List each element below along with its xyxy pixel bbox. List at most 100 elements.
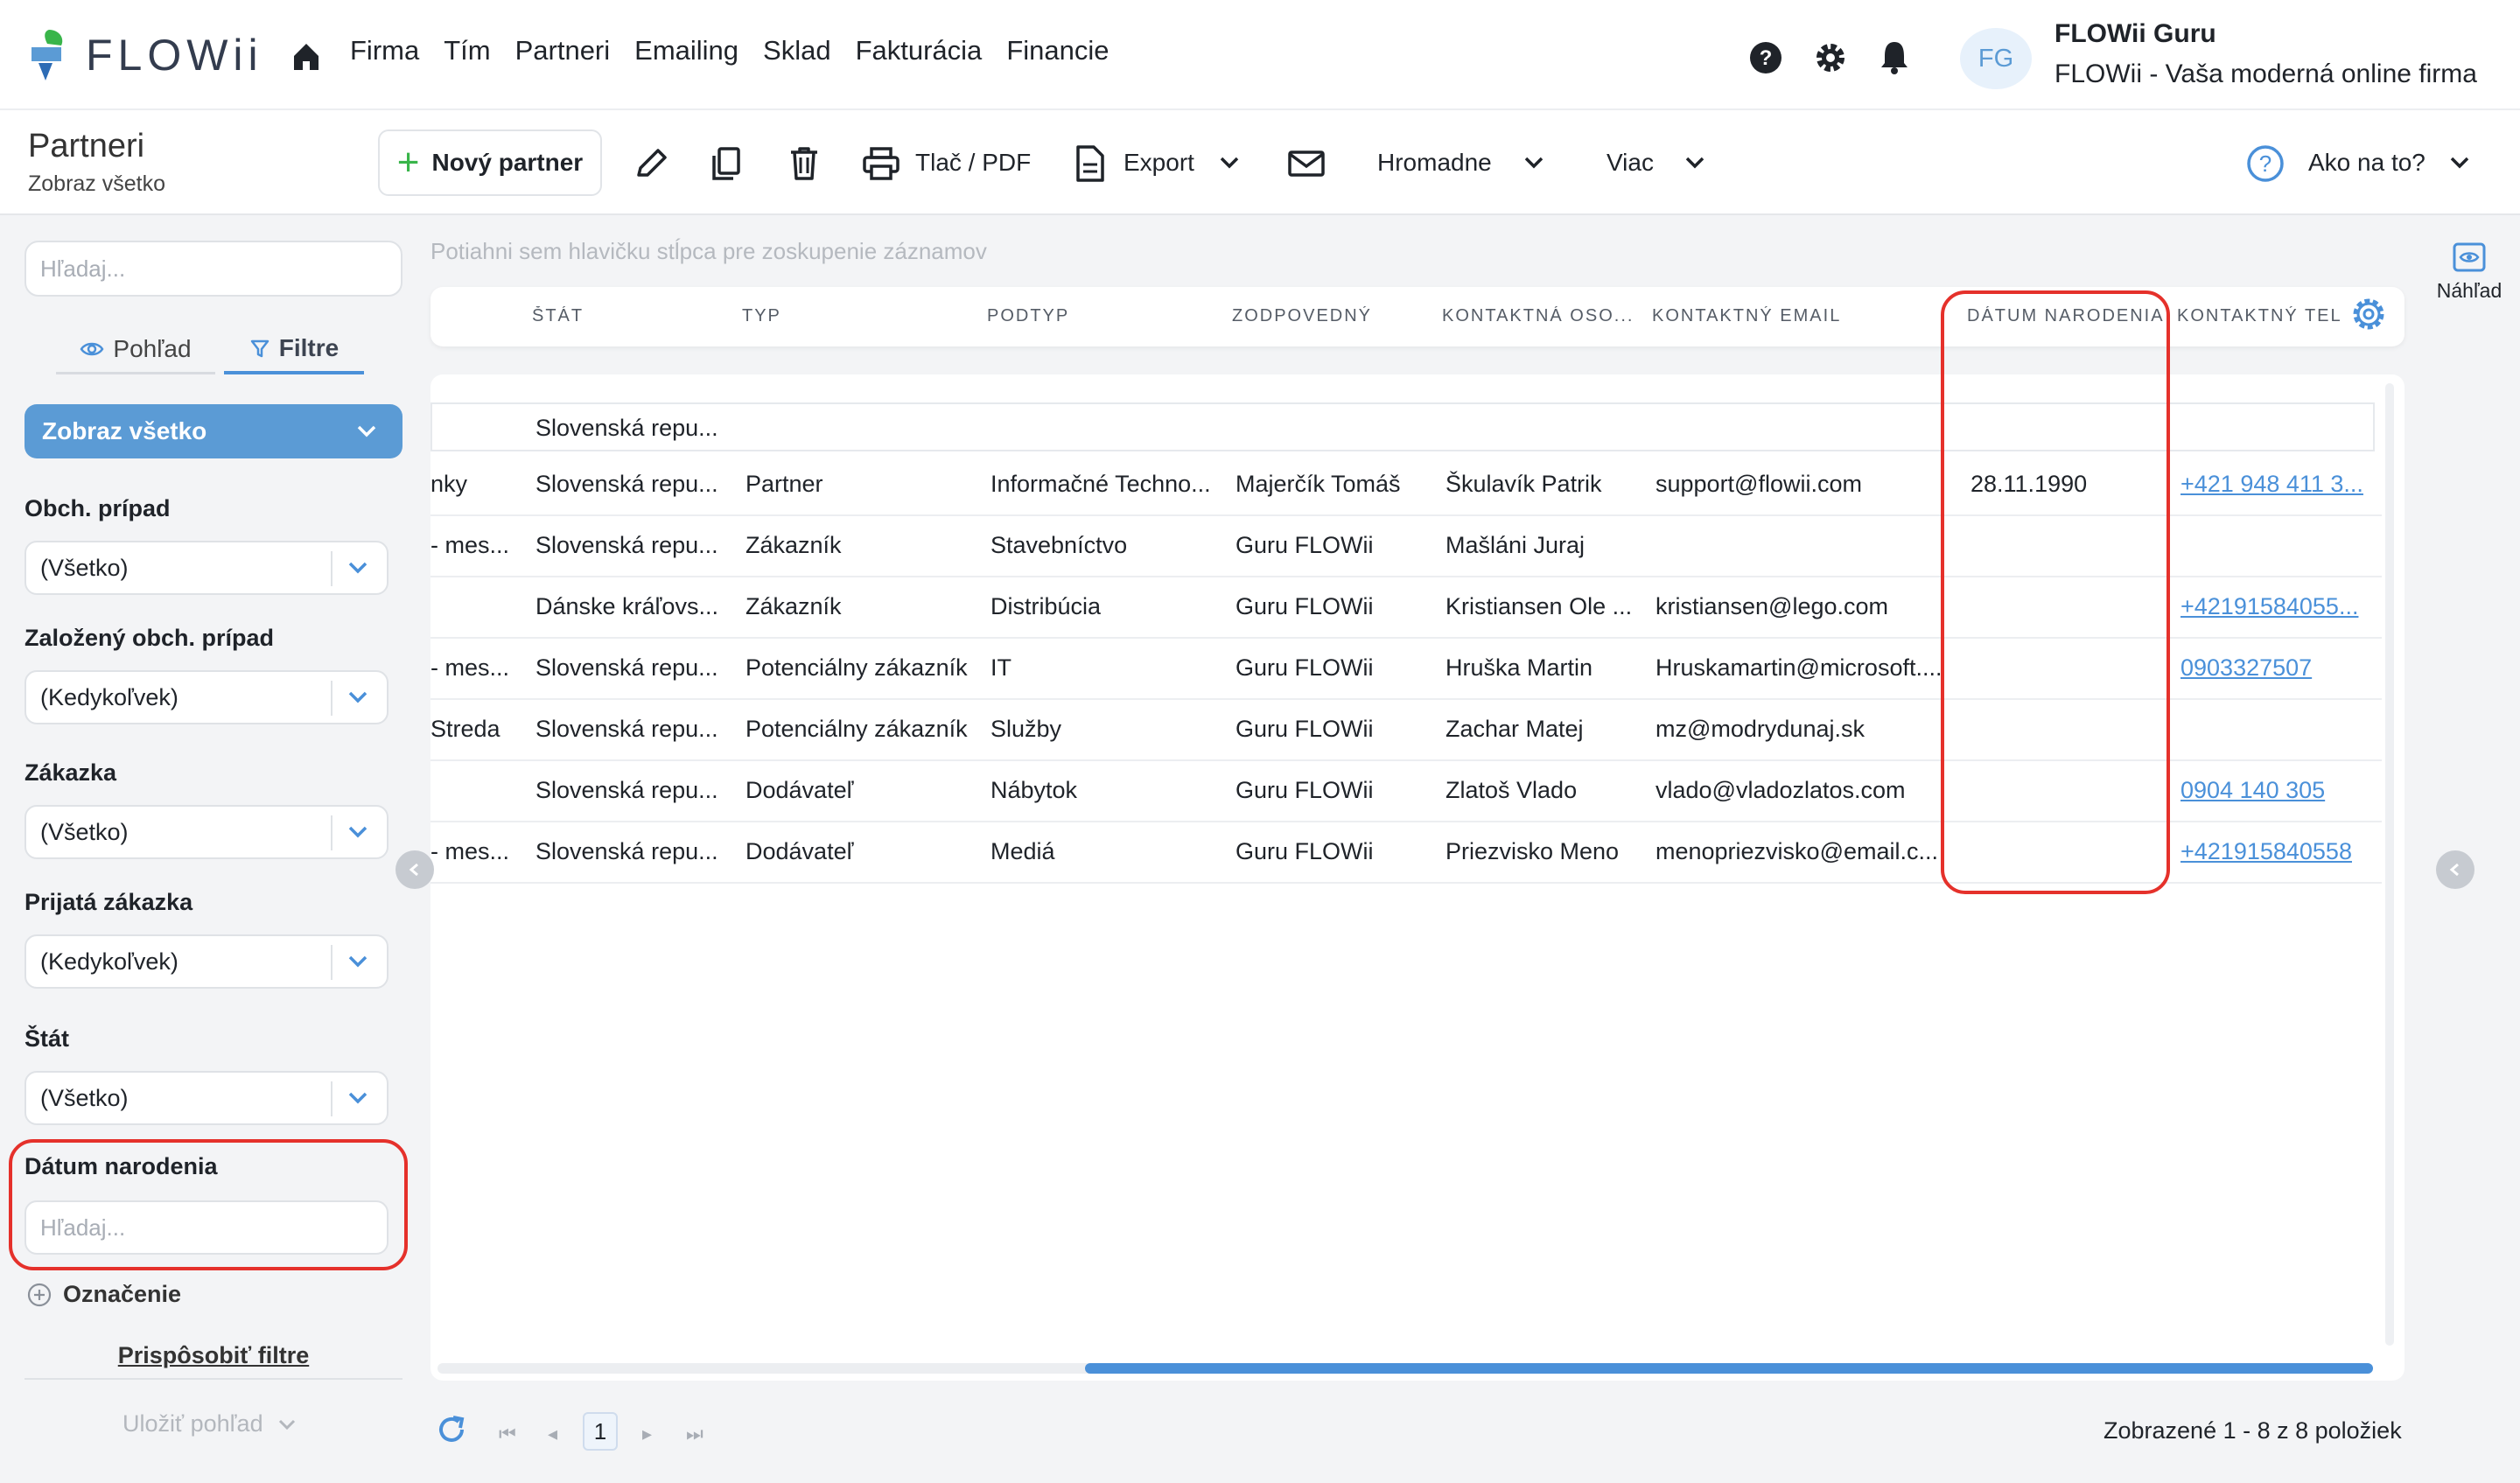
preview-eye-icon xyxy=(2453,242,2486,272)
add-tag-filter-button[interactable]: Označenie xyxy=(26,1281,181,1308)
bulk-actions-button[interactable]: Hromadne xyxy=(1377,149,1492,177)
filter-label-birth-date: Dátum narodenia xyxy=(24,1153,218,1179)
vertical-scrollbar[interactable] xyxy=(2385,383,2394,1346)
table-row[interactable]: - mes... Slovenská repu... Zákazník Stav… xyxy=(430,516,2382,577)
user-avatar[interactable]: FG xyxy=(1960,28,2032,89)
horizontal-scrollbar-thumb[interactable] xyxy=(1085,1363,2373,1374)
cell-responsible: Guru FLOWii xyxy=(1236,593,1374,619)
last-page-icon[interactable]: ⏭ xyxy=(686,1423,704,1445)
copy-icon[interactable] xyxy=(707,143,747,184)
cell-contact-email: kristiansen@lego.com xyxy=(1656,593,1889,619)
user-name[interactable]: FLOWii Guru xyxy=(2054,19,2216,49)
birth-date-filter-input[interactable]: Hľadaj... xyxy=(24,1200,388,1255)
cell-contact-phone[interactable]: 0904 140 305 xyxy=(2180,777,2364,804)
nav-item-partneri[interactable]: Partneri xyxy=(515,35,611,66)
column-header-contact-person[interactable]: KONTAKTNÁ OSO... xyxy=(1442,306,1634,326)
cell-name: - mes... xyxy=(430,838,510,864)
current-page-button[interactable]: 1 xyxy=(583,1412,618,1451)
refresh-icon[interactable] xyxy=(434,1412,469,1447)
print-pdf-button[interactable]: Tlač / PDF xyxy=(915,149,1031,177)
filter-select-order[interactable]: (Všetko) xyxy=(24,805,388,859)
nav-item-sklad[interactable]: Sklad xyxy=(763,35,831,66)
column-header-contact-phone[interactable]: KONTAKTNÝ TELE xyxy=(2177,306,2340,326)
scroll-left-button[interactable] xyxy=(396,850,434,889)
cell-contact-phone[interactable]: +42191584055... xyxy=(2180,593,2364,620)
nav-item-emailing[interactable]: Emailing xyxy=(634,35,738,66)
next-page-icon[interactable]: ▸ xyxy=(642,1423,652,1445)
sidebar-search-input[interactable]: Hľadaj... xyxy=(24,241,402,297)
filter-select-country-value: (Všetko) xyxy=(40,1084,129,1111)
column-header-contact-email[interactable]: KONTAKTNÝ EMAIL xyxy=(1652,306,1897,326)
nav-item-firma[interactable]: Firma xyxy=(350,35,419,66)
table-row[interactable]: Streda Slovenská repu... Potenciálny zák… xyxy=(430,700,2382,761)
cell-subtype: Mediá xyxy=(990,838,1055,864)
export-document-icon[interactable] xyxy=(1069,143,1110,184)
email-envelope-icon[interactable] xyxy=(1286,143,1326,184)
scroll-right-button[interactable] xyxy=(2436,850,2474,889)
cell-contact-person: Zlatoš Vlado xyxy=(1446,777,1578,803)
print-icon[interactable] xyxy=(861,143,901,184)
more-chevron-down-icon[interactable] xyxy=(1684,154,1706,171)
chevron-down-icon xyxy=(278,1419,295,1430)
top-navbar: FLOWii Firma Tím Partneri Emailing Sklad… xyxy=(0,0,2520,110)
cell-contact-phone[interactable]: +421 948 411 3... xyxy=(2180,471,2364,498)
home-icon[interactable] xyxy=(289,38,324,73)
flowii-logo[interactable]: FLOWii xyxy=(26,24,263,86)
grid-filter-row[interactable]: Slovenská repu... xyxy=(430,402,2375,451)
delete-trash-icon[interactable] xyxy=(784,143,824,184)
cell-contact-phone[interactable]: +421915840558 xyxy=(2180,838,2364,865)
table-row[interactable]: - mes... Slovenská repu... Dodávateľ Med… xyxy=(430,822,2382,884)
filter-select-created-deal-value: (Kedykoľvek) xyxy=(40,683,178,710)
cell-country: Slovenská repu... xyxy=(536,532,718,558)
new-partner-label: Nový partner xyxy=(431,149,584,176)
filter-label-created-deal: Založený obch. prípad xyxy=(24,625,275,651)
export-chevron-down-icon[interactable] xyxy=(1218,154,1241,171)
previous-page-icon[interactable]: ◂ xyxy=(548,1423,557,1445)
column-settings-gear-icon[interactable] xyxy=(2348,294,2389,334)
filter-funnel-icon xyxy=(250,339,270,358)
preview-toggle[interactable]: Náhľad xyxy=(2427,241,2511,303)
tab-filters[interactable]: Filtre xyxy=(224,325,364,374)
cell-subtype: Nábytok xyxy=(990,777,1078,803)
notifications-bell-icon[interactable] xyxy=(1878,38,1911,75)
table-row[interactable]: nky Slovenská repu... Partner Informačné… xyxy=(430,455,2382,516)
nav-item-financie[interactable]: Financie xyxy=(1006,35,1109,66)
nav-item-tim[interactable]: Tím xyxy=(444,35,490,66)
first-page-icon[interactable]: ⏮ xyxy=(499,1423,516,1445)
cell-contact-email: menopriezvisko@email.c... xyxy=(1656,838,1939,864)
nav-item-fakturacia[interactable]: Fakturácia xyxy=(856,35,983,66)
column-header-birth-date[interactable]: DÁTUM NARODENIA xyxy=(1967,306,2177,326)
select-separator xyxy=(331,681,332,716)
table-row[interactable]: - mes... Slovenská repu... Potenciálny z… xyxy=(430,639,2382,700)
cell-country: Slovenská repu... xyxy=(536,777,718,803)
help-icon[interactable]: ? xyxy=(1748,40,1783,75)
export-button[interactable]: Export xyxy=(1124,149,1194,177)
filter-cell-country[interactable]: Slovenská repu... xyxy=(536,415,718,442)
edit-pencil-icon[interactable] xyxy=(632,143,672,184)
select-separator xyxy=(331,815,332,850)
cell-contact-phone[interactable]: 0903327507 xyxy=(2180,654,2364,682)
new-partner-button[interactable]: + Nový partner xyxy=(378,129,602,196)
filter-select-created-deal[interactable]: (Kedykoľvek) xyxy=(24,670,388,724)
filter-select-deal[interactable]: (Všetko) xyxy=(24,541,388,595)
filter-select-received-order[interactable]: (Kedykoľvek) xyxy=(24,934,388,989)
cell-subtype: Služby xyxy=(990,716,1062,742)
bulk-chevron-down-icon[interactable] xyxy=(1522,154,1545,171)
help-circle-icon[interactable]: ? xyxy=(2245,143,2286,184)
column-header-responsible[interactable]: ZODPOVEDNÝ xyxy=(1232,306,1407,326)
save-view-button[interactable]: Uložiť pohľad xyxy=(122,1410,297,1438)
view-select[interactable]: Zobraz všetko xyxy=(24,404,402,458)
customize-filters-link[interactable]: Prispôsobiť filtre xyxy=(24,1342,402,1380)
filter-select-country[interactable]: (Všetko) xyxy=(24,1071,388,1125)
cell-contact-person: Priezvisko Meno xyxy=(1446,838,1620,864)
table-row[interactable]: Dánske kráľovs... Zákazník Distribúcia G… xyxy=(430,577,2382,639)
column-header-subtype[interactable]: PODTYP xyxy=(987,306,1110,326)
column-header-country[interactable]: ŠTÁT xyxy=(532,306,654,326)
settings-gear-icon[interactable] xyxy=(1813,40,1848,75)
how-to-button[interactable]: Ako na to? xyxy=(2308,149,2426,177)
tab-view[interactable]: Pohľad xyxy=(56,325,215,374)
how-to-chevron-down-icon[interactable] xyxy=(2448,154,2471,171)
more-button[interactable]: Viac xyxy=(1606,149,1654,177)
table-row[interactable]: Slovenská repu... Dodávateľ Nábytok Guru… xyxy=(430,761,2382,822)
column-header-type[interactable]: TYP xyxy=(742,306,864,326)
